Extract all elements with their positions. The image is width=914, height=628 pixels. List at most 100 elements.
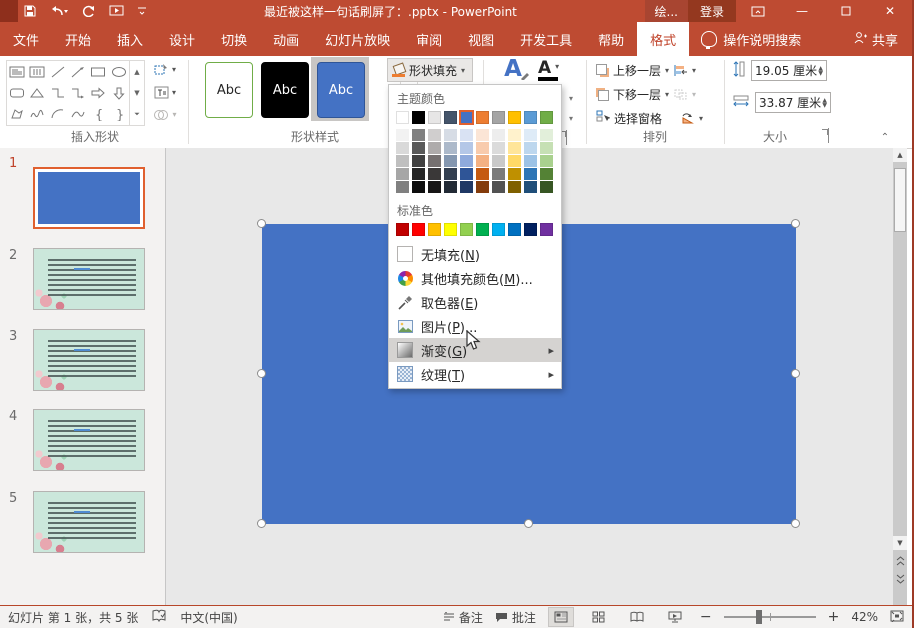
color-swatch[interactable]	[540, 129, 553, 141]
bring-forward-dropdown-icon[interactable]: ▾	[665, 66, 669, 75]
tab-transitions[interactable]: 切换	[208, 22, 260, 56]
gallery-more-icon[interactable]: ⏷	[130, 104, 144, 125]
align-dropdown-icon[interactable]: ▾	[692, 66, 696, 75]
color-swatch[interactable]	[540, 111, 553, 124]
zoom-slider-thumb[interactable]	[756, 610, 762, 624]
rotate-objects-icon[interactable]	[680, 111, 695, 125]
color-swatch[interactable]	[412, 223, 425, 236]
line-icon[interactable]	[50, 65, 66, 79]
rectangle-icon[interactable]	[90, 65, 106, 79]
normal-view-button[interactable]	[548, 607, 574, 627]
color-swatch[interactable]	[508, 168, 521, 180]
tab-design[interactable]: 设计	[156, 22, 208, 56]
color-swatch[interactable]	[428, 111, 441, 124]
color-swatch[interactable]	[444, 168, 457, 180]
color-swatch[interactable]	[396, 111, 409, 124]
send-backward-dropdown-icon[interactable]: ▾	[665, 90, 669, 99]
comments-button[interactable]: 批注	[495, 609, 536, 626]
color-swatch[interactable]	[396, 223, 409, 236]
color-swatch[interactable]	[428, 168, 441, 180]
color-swatch[interactable]	[412, 129, 425, 141]
redo-icon[interactable]	[82, 5, 95, 17]
color-swatch[interactable]	[508, 181, 521, 193]
color-swatch[interactable]	[476, 142, 489, 154]
scribble-icon[interactable]	[29, 107, 45, 121]
gallery-up-icon[interactable]: ▲	[130, 61, 144, 82]
color-swatch[interactable]	[428, 223, 441, 236]
elbow-arrow-connector-icon[interactable]	[70, 86, 86, 100]
color-swatch[interactable]	[396, 129, 409, 141]
resize-handle-middle-right[interactable]	[791, 369, 800, 378]
color-swatch[interactable]	[540, 181, 553, 193]
send-backward-button[interactable]: 下移一层	[613, 86, 661, 103]
color-swatch[interactable]	[540, 168, 553, 180]
shape-style-3[interactable]: Abc	[317, 62, 365, 118]
color-swatch[interactable]	[412, 181, 425, 193]
color-swatch[interactable]	[476, 155, 489, 167]
textbox-vertical-icon[interactable]	[29, 65, 45, 79]
tab-review[interactable]: 审阅	[403, 22, 455, 56]
color-swatch[interactable]	[508, 129, 521, 141]
ribbon-display-options-button[interactable]	[736, 0, 780, 22]
qat-customize-icon[interactable]	[138, 6, 146, 16]
color-swatch[interactable]	[524, 168, 537, 180]
text-outline-dropdown-icon[interactable]: ▾	[564, 92, 578, 104]
slide-sorter-view-button[interactable]	[586, 607, 612, 627]
slide-thumbnail-2[interactable]	[33, 248, 145, 310]
color-swatch[interactable]	[524, 155, 537, 167]
gallery-down-icon[interactable]: ▼	[130, 82, 144, 103]
selection-pane-button[interactable]: 选择窗格	[614, 110, 662, 127]
contextual-tab-group-label[interactable]: 绘...	[645, 0, 688, 22]
height-spinner[interactable]: ▲▼	[818, 66, 823, 76]
align-objects-icon[interactable]	[673, 63, 688, 77]
color-swatch[interactable]	[396, 168, 409, 180]
next-slide-icon[interactable]	[893, 572, 907, 586]
reading-view-button[interactable]	[624, 607, 650, 627]
zoom-slider[interactable]	[724, 616, 816, 618]
language-indicator[interactable]: 中文(中国)	[180, 609, 237, 626]
resize-handle-middle-left[interactable]	[257, 369, 266, 378]
color-swatch[interactable]	[412, 142, 425, 154]
vertical-scrollbar[interactable]: ▲ ▼	[893, 148, 907, 606]
minimize-button[interactable]: —	[780, 0, 824, 22]
text-effects-dropdown-icon[interactable]: ▾	[564, 112, 578, 124]
color-swatch[interactable]	[460, 223, 473, 236]
resize-handle-top-left[interactable]	[257, 219, 266, 228]
undo-icon[interactable]	[50, 5, 68, 17]
color-swatch[interactable]	[444, 155, 457, 167]
color-swatch[interactable]	[476, 129, 489, 141]
color-swatch[interactable]	[492, 111, 505, 124]
color-swatch[interactable]	[492, 181, 505, 193]
scrollbar-thumb[interactable]	[894, 168, 906, 232]
previous-slide-icon[interactable]	[893, 554, 907, 568]
rounded-rectangle-icon[interactable]	[9, 86, 25, 100]
color-swatch[interactable]	[412, 155, 425, 167]
color-swatch[interactable]	[492, 129, 505, 141]
shape-fill-button[interactable]: 形状填充 ▾	[387, 58, 473, 82]
close-button[interactable]: ✕	[868, 0, 912, 22]
rotate-dropdown-icon[interactable]: ▾	[699, 114, 703, 123]
notes-button[interactable]: 备注	[443, 609, 483, 626]
color-swatch[interactable]	[492, 155, 505, 167]
shape-width-field[interactable]: 33.87 厘米 ▲▼	[755, 92, 831, 113]
slide-thumbnail-1[interactable]	[33, 167, 145, 229]
bring-forward-button[interactable]: 上移一层	[613, 62, 661, 79]
color-swatch[interactable]	[508, 223, 521, 236]
line-arrow-icon[interactable]	[70, 65, 86, 79]
tab-home[interactable]: 开始	[52, 22, 104, 56]
slide-thumbnail-5[interactable]	[33, 491, 145, 553]
triangle-icon[interactable]	[29, 86, 45, 100]
resize-handle-bottom-right[interactable]	[791, 519, 800, 528]
color-swatch[interactable]	[476, 168, 489, 180]
width-spinner[interactable]: ▲▼	[822, 98, 827, 108]
group-dropdown-icon[interactable]: ▾	[692, 90, 696, 99]
color-swatch[interactable]	[492, 223, 505, 236]
color-swatch[interactable]	[428, 129, 441, 141]
zoom-in-button[interactable]: +	[828, 609, 840, 625]
color-swatch[interactable]	[508, 155, 521, 167]
color-swatch[interactable]	[396, 181, 409, 193]
freeform-icon[interactable]	[9, 107, 25, 121]
color-swatch[interactable]	[540, 155, 553, 167]
color-swatch[interactable]	[460, 129, 473, 141]
menu-item-eyedropper[interactable]: 取色器(E)	[389, 290, 561, 314]
